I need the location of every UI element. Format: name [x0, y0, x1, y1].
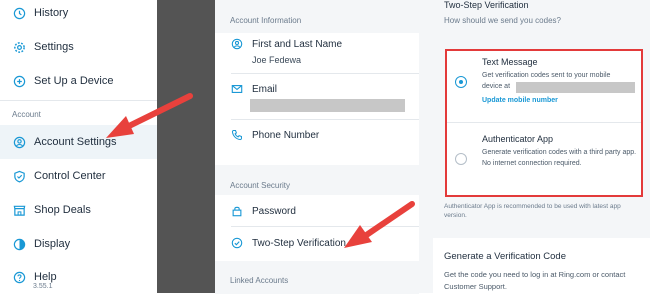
arrow-account-settings [106, 93, 193, 138]
arrow-two-step [344, 201, 415, 248]
annotation-arrows [106, 93, 415, 248]
